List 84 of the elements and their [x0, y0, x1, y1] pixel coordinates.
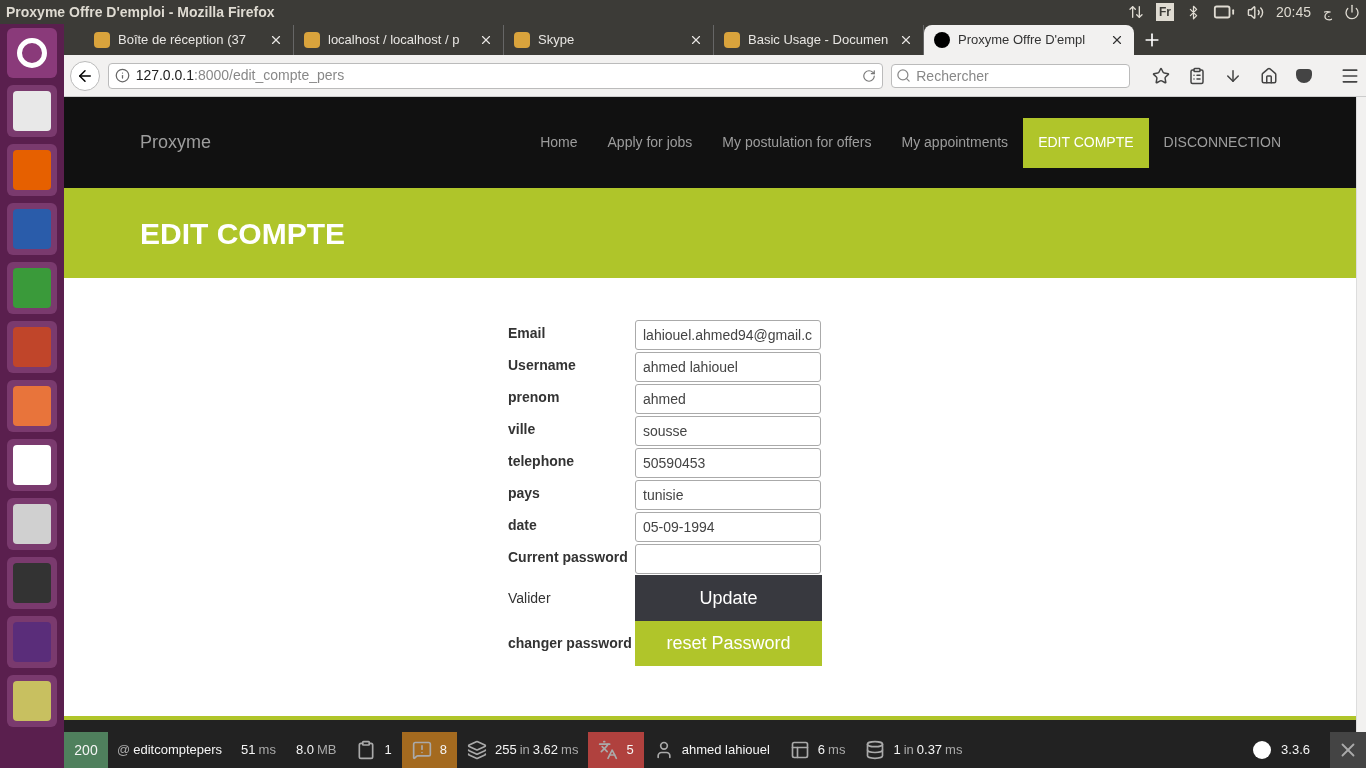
layers-icon: [466, 740, 487, 760]
field-label: prenom: [508, 388, 561, 407]
field-label: Current password: [508, 548, 629, 567]
tab-title: Boîte de réception (37: [118, 31, 247, 50]
clock[interactable]: 20:45: [1275, 1, 1311, 23]
status-code[interactable]: 200: [64, 732, 108, 768]
reload-icon[interactable]: [862, 68, 877, 83]
text-field[interactable]: 50590453: [635, 448, 821, 478]
toolbar-item[interactable]: ahmed lahiouel: [643, 732, 780, 768]
info-icon[interactable]: [114, 68, 130, 83]
app-launcher-icon[interactable]: [7, 498, 57, 550]
toolbar-item[interactable]: 51 ms: [231, 732, 286, 768]
home-icon[interactable]: [1260, 66, 1278, 85]
toolbar-item[interactable]: 8.0 MB: [285, 732, 347, 768]
route-name[interactable]: @ editcomptepers: [108, 740, 232, 760]
row-label: changer password: [508, 634, 633, 653]
text-field[interactable]: ahmed: [635, 384, 821, 414]
tab-favicon-icon: [514, 32, 530, 48]
volume-icon[interactable]: [1246, 3, 1264, 21]
translation-icon: [598, 740, 619, 760]
address-field[interactable]: 127.0.0.1:8000/edit_compte_pers: [107, 62, 884, 89]
tab-title: Proxyme Offre D'empl: [958, 31, 1087, 50]
toolbar-item[interactable]: 1 in 0.37 ms: [855, 732, 973, 768]
text-field[interactable]: sousse: [635, 416, 821, 446]
field-label: Email: [508, 324, 547, 343]
nav-link[interactable]: My appointments: [886, 117, 1024, 168]
search-field[interactable]: Rechercher: [891, 63, 1130, 88]
field-label: date: [508, 516, 538, 535]
warning-icon: [411, 740, 432, 760]
reading-list-icon[interactable]: [1188, 66, 1206, 85]
tab-title: Basic Usage - Documen: [748, 31, 890, 50]
power-icon[interactable]: [1344, 4, 1360, 20]
toolbar-item[interactable]: 5: [588, 732, 644, 768]
nav-link[interactable]: DISCONNECTION: [1148, 117, 1296, 168]
text-field[interactable]: lahiouel.ahmed94@gmail.c: [635, 320, 821, 350]
app-launcher-icon[interactable]: [7, 675, 57, 727]
clipboard-icon: [356, 740, 377, 760]
scrollbar[interactable]: [1356, 97, 1366, 732]
browser-tab[interactable]: Proxyme Offre D'empl: [924, 25, 1134, 55]
back-button[interactable]: [70, 60, 100, 91]
field-label: pays: [508, 484, 541, 503]
keyboard-layout[interactable]: Fr: [1155, 3, 1174, 21]
database-icon: [865, 740, 886, 760]
close-tab-icon[interactable]: [479, 33, 493, 47]
bookmark-star-icon[interactable]: [1152, 66, 1170, 85]
text-field[interactable]: ahmed lahiouel: [635, 352, 821, 382]
site-brand[interactable]: Proxyme: [140, 129, 211, 156]
nav-link[interactable]: Home: [525, 117, 593, 168]
text-field[interactable]: 05-09-1994: [635, 512, 821, 542]
search-icon: [896, 67, 912, 83]
tab-title: Skype: [538, 31, 576, 50]
close-tab-icon[interactable]: [269, 33, 283, 47]
field-label: Username: [508, 356, 577, 375]
toolbar-item[interactable]: 1: [346, 732, 402, 768]
url-text: 127.0.0.1:8000/edit_compte_pers: [135, 66, 345, 85]
text-field[interactable]: tunisie: [635, 480, 821, 510]
tab-favicon-icon: [934, 32, 950, 48]
nav-link[interactable]: Apply for jobs: [592, 117, 708, 168]
page-title: EDIT COMPTE: [140, 215, 345, 252]
update-button[interactable]: Update: [635, 575, 822, 621]
text-field[interactable]: [635, 544, 821, 574]
field-label: telephone: [508, 452, 576, 471]
field-label: ville: [508, 420, 537, 439]
app-launcher-icon[interactable]: [7, 439, 57, 491]
input-method[interactable]: ج: [1323, 1, 1332, 23]
toolbar-item[interactable]: 255 in 3.62 ms: [456, 732, 589, 768]
version-number[interactable]: 3.3.6: [1281, 740, 1310, 760]
nav-link[interactable]: My postulation for offers: [707, 117, 887, 168]
tab-favicon-icon: [304, 32, 320, 48]
network-icon[interactable]: [1127, 4, 1144, 20]
toolbar-item[interactable]: 6 ms: [779, 732, 856, 768]
dash-icon[interactable]: [7, 28, 57, 78]
tab-favicon-icon: [94, 32, 110, 48]
window-title: Proxyme Offre D'emploi - Mozilla Firefox: [6, 2, 275, 22]
app-launcher-icon[interactable]: [7, 85, 57, 137]
row-label: Valider: [508, 588, 552, 608]
toolbar-item[interactable]: 8: [401, 732, 457, 768]
close-tab-icon[interactable]: [689, 33, 703, 47]
layout-icon: [789, 740, 810, 760]
close-tab-icon[interactable]: [899, 33, 913, 47]
tab-favicon-icon: [724, 32, 740, 48]
close-toolbar-button[interactable]: [1330, 732, 1366, 768]
tab-title: localhost / localhost / p: [328, 31, 461, 50]
close-tab-icon[interactable]: [1110, 33, 1124, 47]
